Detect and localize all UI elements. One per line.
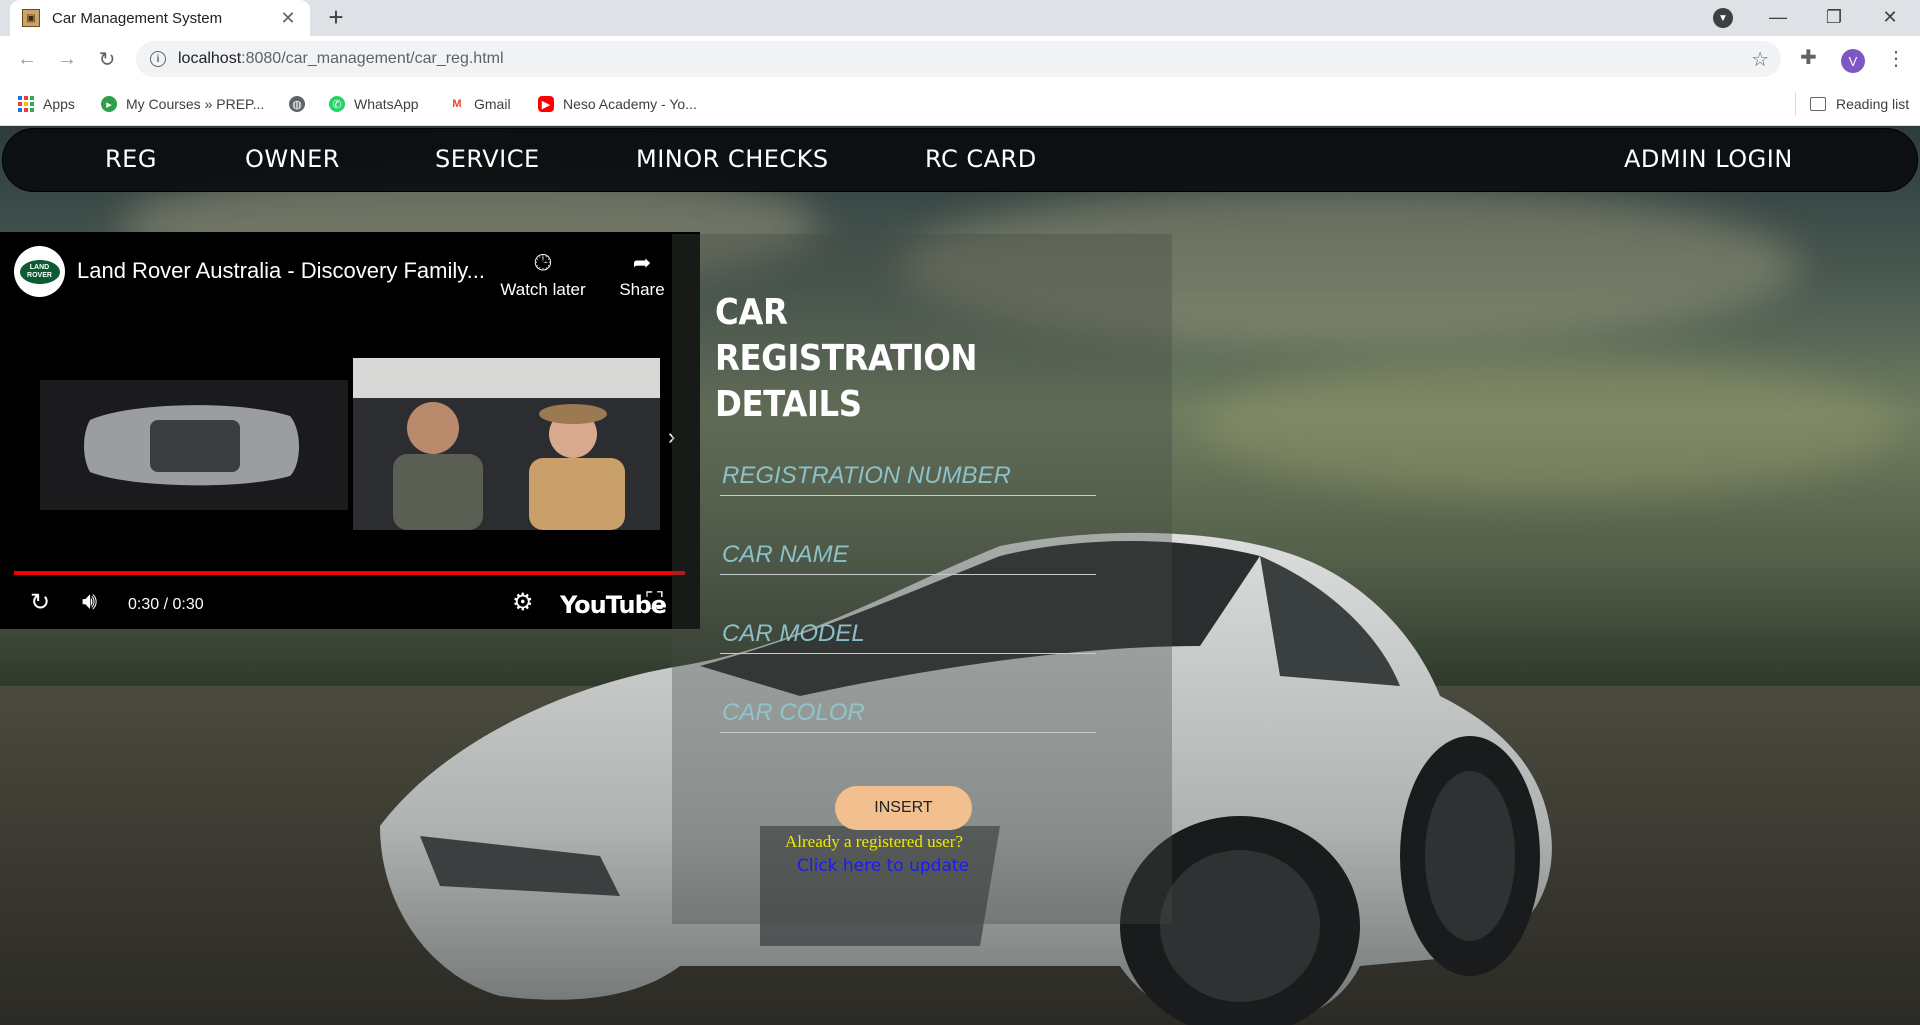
nav-admin-login[interactable]: ADMIN LOGIN [1624, 145, 1793, 173]
replay-icon[interactable]: ↻ [30, 588, 50, 617]
bookmark-neso[interactable]: ▶ Neso Academy - Yo... [538, 92, 697, 116]
update-link[interactable]: Click here to update [797, 856, 969, 876]
bookmark-label: Apps [43, 96, 75, 112]
address-bar[interactable]: i localhost:8080/car_management/car_reg.… [136, 41, 1781, 77]
site-info-icon[interactable]: i [150, 51, 166, 67]
tab-search-icon[interactable]: ▼ [1713, 8, 1733, 28]
watch-later-label: Watch later [500, 280, 586, 299]
volume-icon[interactable]: 🔊︎ [82, 588, 97, 616]
car-name-field [720, 535, 1096, 575]
bookmark-my-courses[interactable]: ▸ My Courses » PREP... [101, 92, 264, 116]
related-video-thumbnail[interactable] [40, 380, 348, 510]
car-favicon-icon: ▣ [22, 9, 40, 27]
cloud [1200, 356, 1900, 496]
bookmark-globe[interactable]: ◍ [289, 92, 314, 116]
top-navbar: REG OWNER SERVICE MINOR CHECKS RC CARD A… [2, 128, 1918, 192]
nav-minor-checks[interactable]: MINOR CHECKS [636, 145, 829, 173]
reading-list-icon [1810, 97, 1826, 111]
share-label: Share [619, 280, 665, 299]
bookmark-label: Neso Academy - Yo... [563, 96, 697, 112]
insert-button[interactable]: INSERT [835, 786, 972, 830]
url-text: localhost:8080/car_management/car_reg.ht… [178, 50, 504, 67]
reading-list-label: Reading list [1836, 96, 1910, 112]
close-window-button[interactable]: ✕ [1862, 0, 1918, 34]
restore-button[interactable]: ❐ [1806, 0, 1862, 34]
new-tab-button[interactable]: + [322, 4, 350, 32]
bookmark-star-icon[interactable]: ☆ [1751, 47, 1769, 72]
bookmark-label: My Courses » PREP... [126, 96, 265, 112]
reload-button[interactable]: ↻ [92, 44, 122, 74]
tab-title: Car Management System [52, 9, 223, 27]
gmail-icon: M [452, 98, 462, 110]
video-progress-bar[interactable] [14, 571, 685, 575]
form-title: CAR REGISTRATION DETAILS [715, 290, 978, 428]
car-model-input[interactable] [720, 614, 1096, 653]
minimize-button[interactable]: — [1750, 0, 1806, 34]
embedded-video-player[interactable]: LAND ROVER Land Rover Australia - Discov… [0, 232, 700, 629]
title-line: REGISTRATION [715, 338, 978, 379]
related-video-thumbnail[interactable] [353, 358, 660, 530]
profile-avatar[interactable]: V [1841, 49, 1865, 73]
extensions-puzzle-icon[interactable]: ✚ [1800, 45, 1817, 70]
settings-gear-icon[interactable]: ⚙ [512, 588, 534, 617]
car-color-input[interactable] [720, 693, 1096, 732]
car-model-field [720, 614, 1096, 654]
browser-menu-icon[interactable]: ⋮ [1886, 46, 1906, 71]
land-rover-logo-icon: LAND ROVER [19, 259, 60, 284]
youtube-icon: ▶ [538, 96, 554, 112]
close-tab-icon[interactable]: ✕ [278, 8, 298, 29]
browser-toolbar: ← → ↻ i localhost:8080/car_management/ca… [0, 36, 1920, 82]
reading-list-button[interactable]: Reading list [1795, 92, 1909, 116]
bookmark-gmail[interactable]: M Gmail [449, 92, 511, 116]
whatsapp-icon: ✆ [329, 96, 345, 112]
title-line: CAR [715, 292, 788, 333]
registration-number-input[interactable] [720, 456, 1096, 495]
browser-tab[interactable]: ▣ Car Management System ✕ [10, 0, 310, 36]
page-viewport: REG OWNER SERVICE MINOR CHECKS RC CARD A… [0, 126, 1920, 1025]
browser-tabstrip: ▣ Car Management System ✕ + ▼ — ❐ ✕ [0, 0, 1920, 36]
nav-owner[interactable]: OWNER [245, 145, 340, 173]
car-top-view-thumbnail [40, 380, 348, 510]
prep-play-icon: ▸ [101, 96, 117, 112]
bookmark-label: WhatsApp [354, 96, 419, 112]
car-name-input[interactable] [720, 535, 1096, 574]
bookmark-whatsapp[interactable]: ✆ WhatsApp [329, 92, 419, 116]
fullscreen-icon[interactable]: ⛶ [646, 588, 663, 616]
title-line: DETAILS [715, 384, 862, 425]
already-registered-text: Already a registered user? [785, 832, 963, 851]
car-color-field [720, 693, 1096, 733]
apps-grid-icon [18, 96, 34, 112]
nav-service[interactable]: SERVICE [435, 145, 540, 173]
clock-icon: 🕒︎ [534, 250, 552, 275]
nav-rc-card[interactable]: RC CARD [925, 145, 1037, 173]
forward-button[interactable]: → [52, 44, 82, 74]
video-title[interactable]: Land Rover Australia - Discovery Family.… [77, 258, 485, 284]
video-time: 0:30 / 0:30 [128, 596, 204, 613]
nav-reg[interactable]: REG [105, 145, 157, 173]
globe-icon: ◍ [289, 96, 305, 112]
passengers-thumbnail [353, 358, 660, 530]
channel-logo[interactable]: LAND ROVER [14, 246, 65, 297]
bookmark-apps[interactable]: Apps [18, 92, 75, 116]
bookmark-label: Gmail [474, 96, 511, 112]
registration-number-field [720, 456, 1096, 496]
back-button[interactable]: ← [12, 44, 42, 74]
bookmarks-bar: Apps ▸ My Courses » PREP... ◍ ✆ WhatsApp… [0, 82, 1920, 126]
watch-later-button[interactable]: 🕒︎ Watch later [493, 250, 593, 300]
